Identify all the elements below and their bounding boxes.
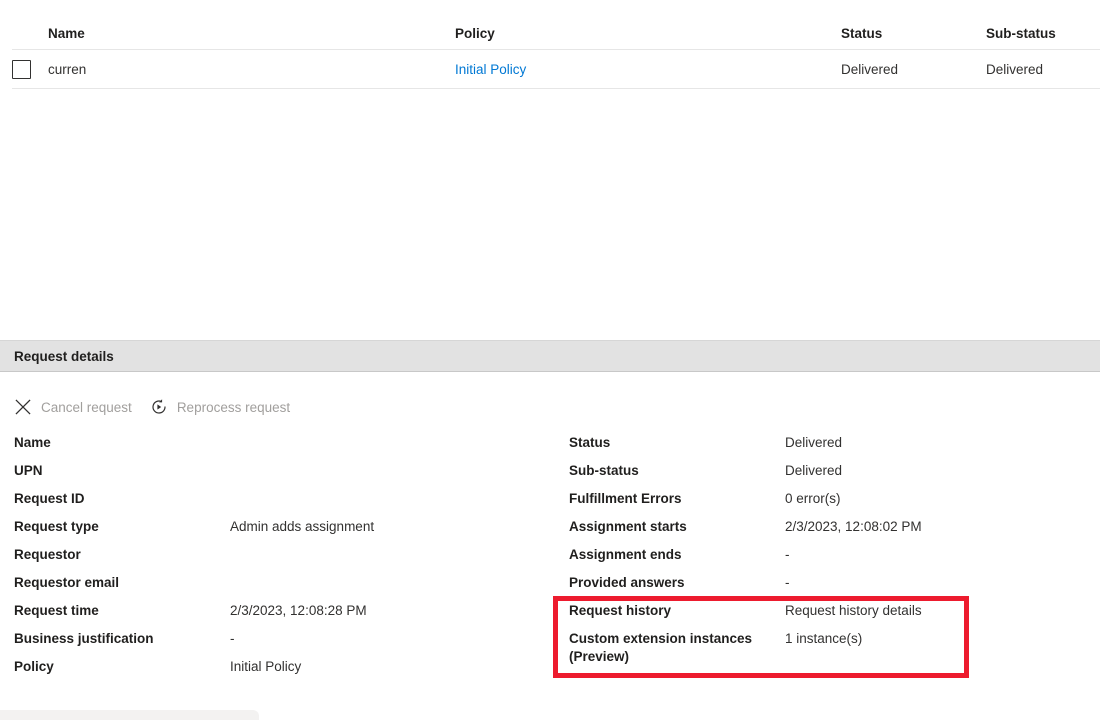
column-header-sub-status[interactable]: Sub-status: [986, 26, 1100, 41]
field-requestor-email: Requestor email: [14, 574, 554, 602]
request-history-details-link[interactable]: Request history details: [785, 602, 922, 620]
table-row[interactable]: curren Initial Policy Delivered Delivere…: [12, 50, 1100, 89]
field-request-time: Request time 2/3/2023, 12:08:28 PM: [14, 602, 554, 630]
column-header-status[interactable]: Status: [841, 26, 986, 41]
field-value: 2/3/2023, 12:08:28 PM: [230, 602, 367, 620]
close-icon: [14, 398, 32, 416]
request-details-section-header: Request details: [0, 340, 1100, 372]
field-label: Policy: [14, 658, 230, 676]
field-label: Assignment starts: [569, 518, 785, 536]
policy-detail-link[interactable]: Initial Policy: [230, 658, 301, 676]
details-left-column: Name UPN Request ID Request type Admin a…: [14, 434, 554, 686]
field-requestor: Requestor: [14, 546, 554, 574]
field-label: Name: [14, 434, 230, 452]
policy-link[interactable]: Initial Policy: [455, 62, 526, 77]
field-request-type: Request type Admin adds assignment: [14, 518, 554, 546]
request-details-title: Request details: [14, 349, 114, 364]
field-label: Assignment ends: [569, 546, 785, 564]
field-label: Custom extension instances (Preview): [569, 630, 785, 666]
field-sub-status: Sub-status Delivered: [569, 462, 1089, 490]
bottom-panel-stub: [0, 710, 259, 720]
reprocess-request-label: Reprocess request: [177, 400, 290, 415]
field-label: Fulfillment Errors: [569, 490, 785, 508]
field-label: Requestor email: [14, 574, 230, 592]
field-value: Admin adds assignment: [230, 518, 374, 536]
field-business-justification: Business justification -: [14, 630, 554, 658]
cell-policy: Initial Policy: [455, 62, 841, 77]
field-label: UPN: [14, 462, 230, 480]
details-right-column: Status Delivered Sub-status Delivered Fu…: [569, 434, 1089, 676]
field-label: Provided answers: [569, 574, 785, 592]
row-select-cell: [12, 60, 48, 79]
field-assignment-ends: Assignment ends -: [569, 546, 1089, 574]
cell-sub-status: Delivered: [986, 62, 1100, 77]
field-policy: Policy Initial Policy: [14, 658, 554, 686]
custom-extension-instances-link[interactable]: 1 instance(s): [785, 630, 862, 648]
reprocess-icon: [150, 398, 168, 416]
cancel-request-button[interactable]: Cancel request: [14, 391, 150, 423]
field-label: Request type: [14, 518, 230, 536]
grid-header-row: Name Policy Status Sub-status: [12, 18, 1100, 50]
request-list-region: Name Policy Status Sub-status curren Ini…: [0, 0, 1100, 340]
cell-status: Delivered: [841, 62, 986, 77]
field-provided-answers: Provided answers -: [569, 574, 1089, 602]
field-label: Status: [569, 434, 785, 452]
field-custom-extension-instances: Custom extension instances (Preview) 1 i…: [569, 630, 1089, 676]
reprocess-request-button[interactable]: Reprocess request: [150, 391, 308, 423]
field-fulfillment-errors: Fulfillment Errors 0 error(s): [569, 490, 1089, 518]
field-value: 0 error(s): [785, 490, 841, 508]
field-name: Name: [14, 434, 554, 462]
cell-name: curren: [48, 62, 455, 77]
requests-grid: Name Policy Status Sub-status curren Ini…: [12, 18, 1100, 89]
field-request-id: Request ID: [14, 490, 554, 518]
cancel-request-label: Cancel request: [41, 400, 132, 415]
details-command-bar: Cancel request Reprocess request: [0, 386, 1100, 428]
field-assignment-starts: Assignment starts 2/3/2023, 12:08:02 PM: [569, 518, 1089, 546]
field-value: Delivered: [785, 434, 842, 452]
field-label: Request ID: [14, 490, 230, 508]
field-label: Request history: [569, 602, 785, 620]
column-header-name[interactable]: Name: [48, 26, 455, 41]
field-value: -: [785, 574, 790, 592]
field-status: Status Delivered: [569, 434, 1089, 462]
field-request-history: Request history Request history details: [569, 602, 1089, 630]
field-value: -: [230, 630, 235, 648]
field-label: Business justification: [14, 630, 230, 648]
field-label: Request time: [14, 602, 230, 620]
field-label: Requestor: [14, 546, 230, 564]
field-value: Delivered: [785, 462, 842, 480]
field-value: -: [785, 546, 790, 564]
field-upn: UPN: [14, 462, 554, 490]
column-header-policy[interactable]: Policy: [455, 26, 841, 41]
field-label: Sub-status: [569, 462, 785, 480]
field-value: 2/3/2023, 12:08:02 PM: [785, 518, 922, 536]
row-checkbox[interactable]: [12, 60, 31, 79]
